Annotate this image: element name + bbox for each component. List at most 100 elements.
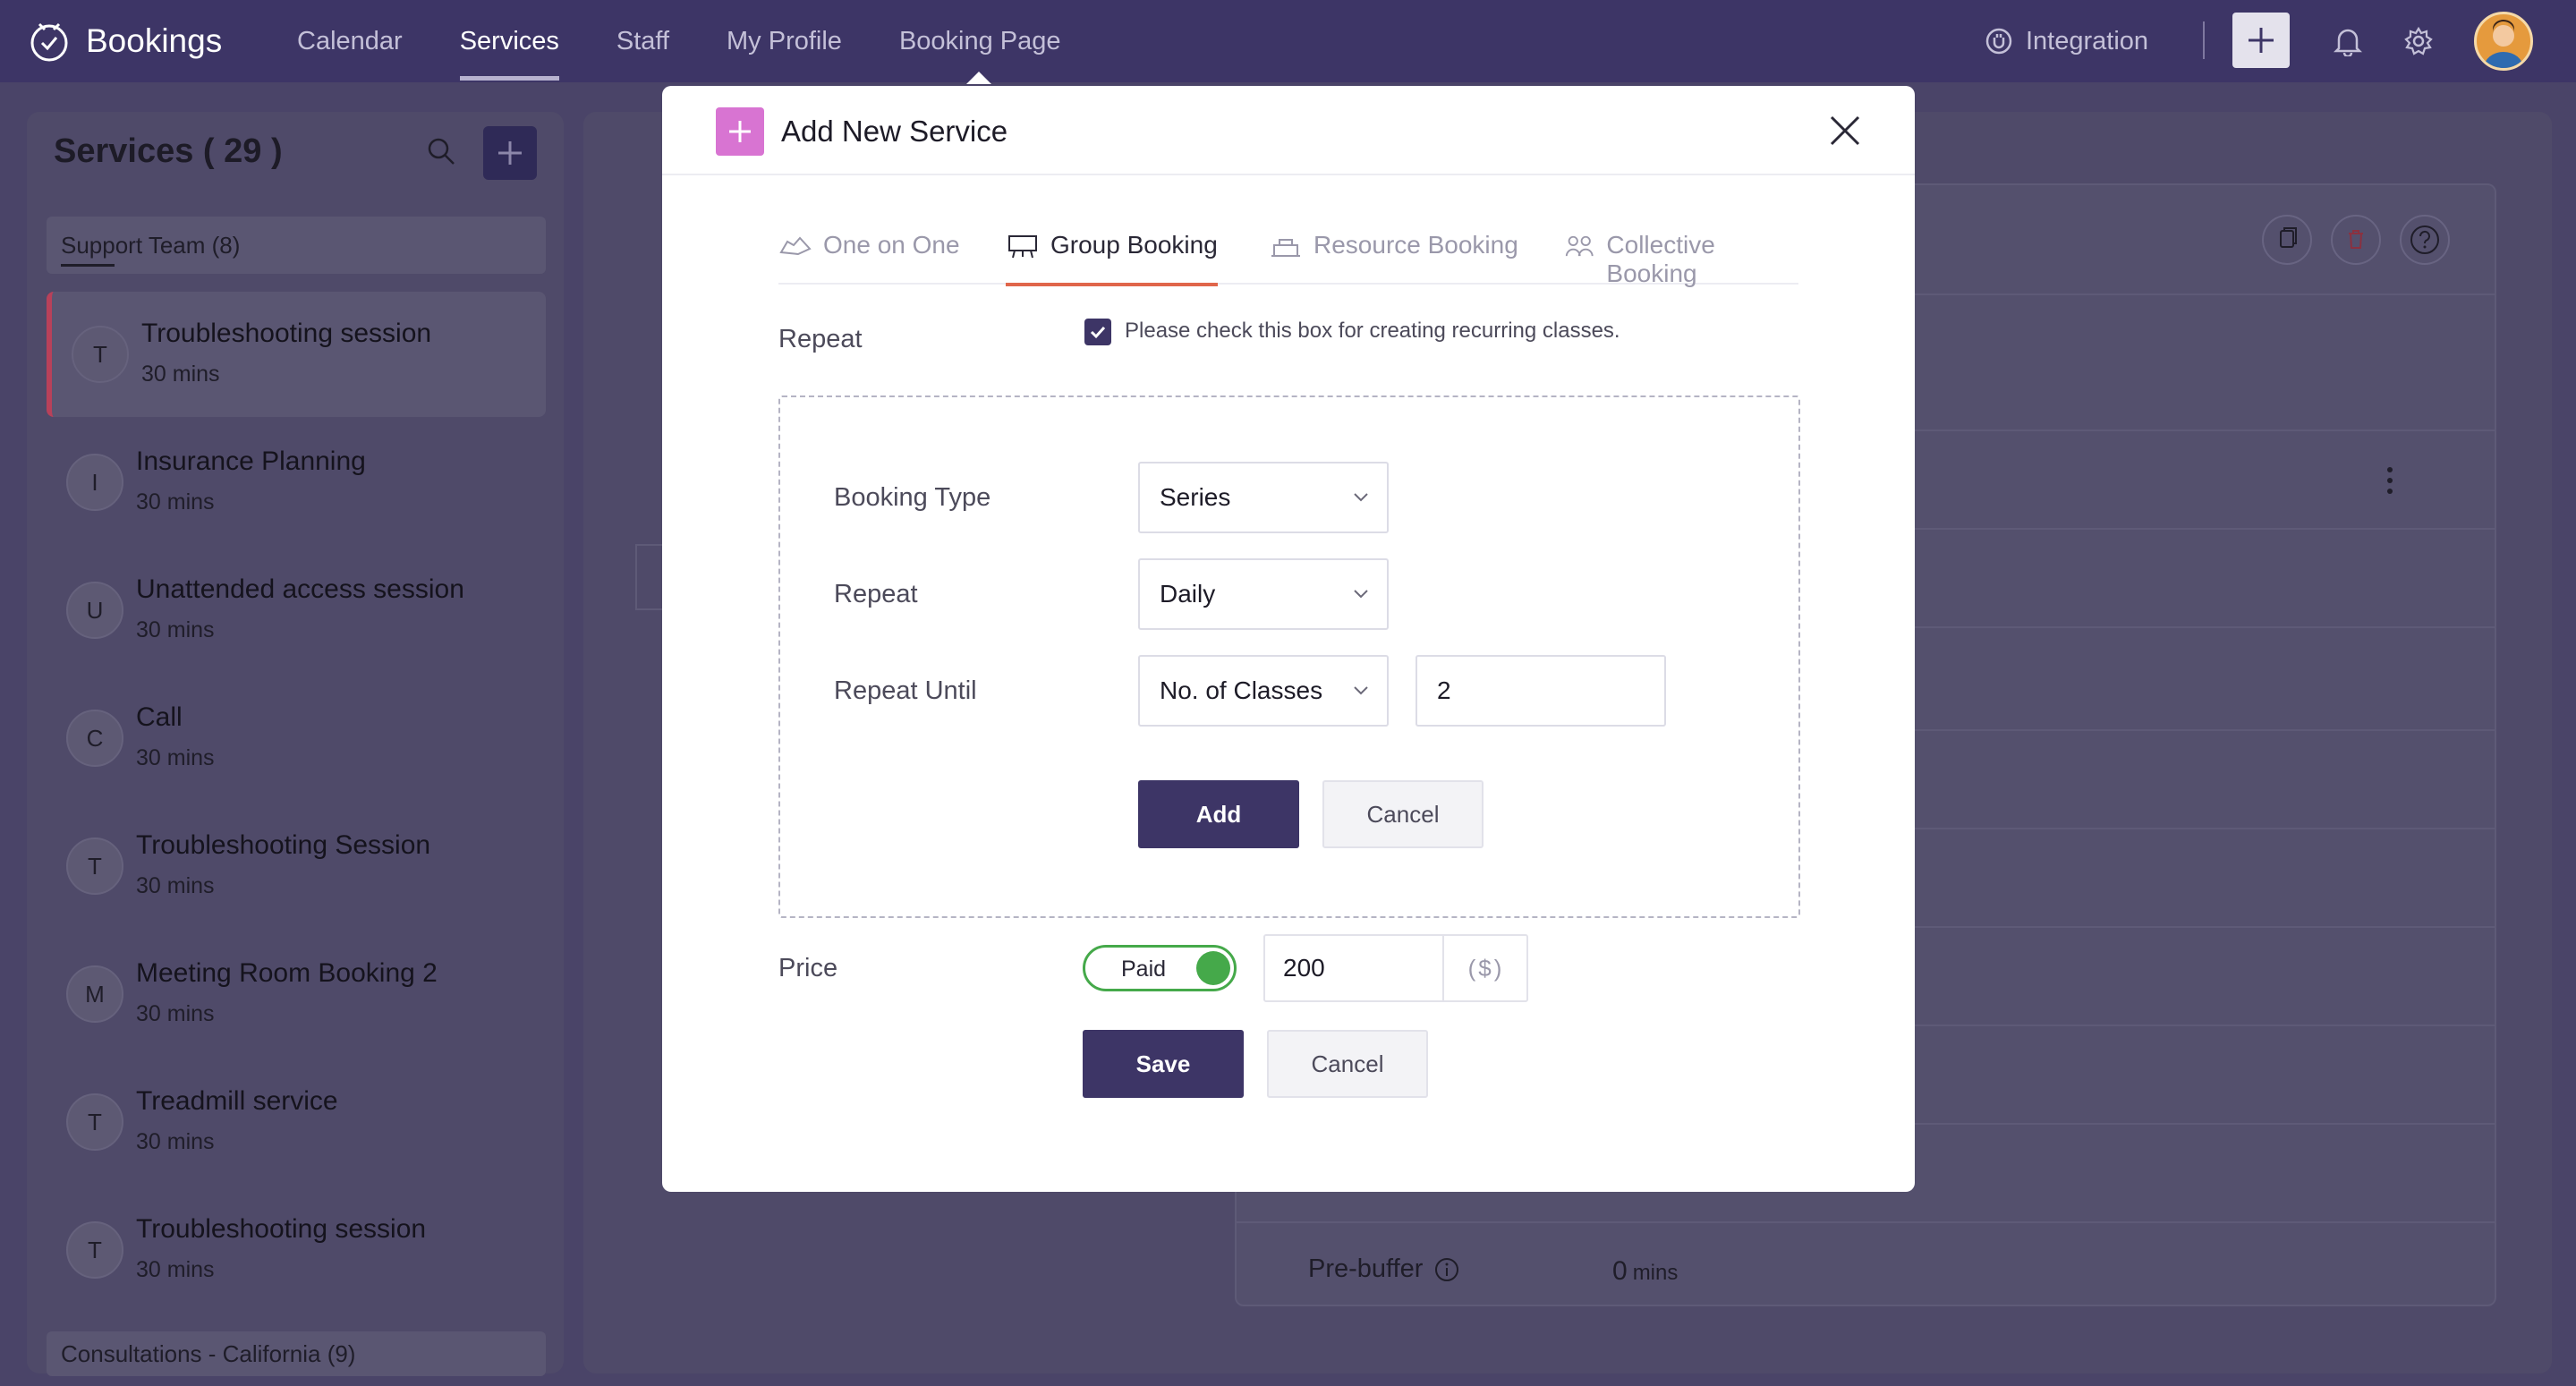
service-name: Troubleshooting session	[136, 1214, 427, 1244]
repeat-until-select[interactable]: No. of Classes	[1138, 655, 1389, 727]
recurrence-panel: Booking Type Series Repeat Daily Repeat …	[778, 395, 1800, 918]
service-duration: 30 mins	[136, 1001, 215, 1026]
copy-icon	[2280, 227, 2297, 248]
service-item[interactable]: T Troubleshooting Session 30 mins	[47, 804, 546, 929]
info-icon[interactable]	[1433, 1256, 1460, 1283]
chevron-down-icon	[1354, 493, 1368, 502]
cancel-button[interactable]: Cancel	[1267, 1030, 1428, 1098]
nav-services[interactable]: Services	[431, 0, 588, 82]
bell-icon	[2334, 29, 2362, 56]
checkmark-icon	[1090, 326, 1106, 339]
add-recurrence-button[interactable]: Add	[1138, 780, 1299, 848]
add-service-modal: Add New Service One on One Group Booking…	[662, 86, 1915, 1192]
tab-resource-booking[interactable]: Resource Booking	[1269, 222, 1518, 285]
plus-icon	[729, 121, 751, 142]
classes-count-input[interactable]: 2	[1416, 655, 1666, 727]
repeat-frequency-label: Repeat	[834, 580, 918, 608]
service-initial-avatar: C	[66, 710, 123, 767]
service-name: Insurance Planning	[136, 446, 366, 476]
prebuffer-number: 0	[1612, 1256, 1628, 1286]
quick-add-button[interactable]	[2232, 13, 2290, 68]
cancel-recurrence-button[interactable]: Cancel	[1322, 780, 1484, 848]
service-item[interactable]: T Troubleshooting session 30 mins	[47, 292, 546, 417]
delete-button[interactable]	[2331, 215, 2381, 265]
service-duration: 30 mins	[136, 745, 215, 770]
service-item[interactable]: U Unattended access session 30 mins	[47, 548, 546, 673]
more-options-button[interactable]	[2387, 467, 2394, 496]
select-value: No. of Classes	[1160, 676, 1323, 704]
help-button[interactable]	[2400, 215, 2450, 265]
close-icon[interactable]	[1827, 113, 1863, 149]
nav-calendar[interactable]: Calendar	[268, 0, 431, 82]
integration-icon	[1985, 28, 2012, 55]
toggle-label: Paid	[1121, 957, 1167, 982]
price-input-group: 200 ($)	[1263, 934, 1528, 1002]
price-input[interactable]: 200	[1283, 954, 1325, 982]
group-support-team[interactable]: Support Team (8)	[47, 217, 546, 274]
repeat-checkbox[interactable]	[1084, 319, 1111, 345]
prebuffer-value: 0 mins	[1612, 1256, 1678, 1287]
tab-label: Group Booking	[1050, 231, 1218, 259]
service-name: Treadmill service	[136, 1086, 338, 1116]
notifications-button[interactable]	[2330, 23, 2366, 59]
service-item[interactable]: T Troubleshooting session 30 mins	[47, 1187, 546, 1313]
price-label: Price	[778, 954, 838, 982]
nav-booking-page[interactable]: Booking Page	[871, 0, 1090, 82]
search-icon	[428, 138, 455, 165]
modal-plus-icon	[716, 107, 764, 156]
tab-label: Resource Booking	[1314, 231, 1518, 259]
group-booking-icon	[1008, 235, 1037, 259]
question-icon	[2410, 225, 2439, 254]
tab-group-booking[interactable]: Group Booking	[1006, 222, 1218, 286]
group-label: Support Team (8)	[61, 231, 241, 259]
trash-icon	[2349, 230, 2363, 249]
integration-link[interactable]: Integration	[1985, 20, 2148, 63]
service-name: Unattended access session	[136, 574, 464, 604]
app-name: Bookings	[86, 22, 223, 59]
prebuffer-label: Pre-buffer	[1308, 1254, 1460, 1284]
settings-button[interactable]	[2401, 23, 2436, 59]
service-duration: 30 mins	[136, 873, 215, 898]
copy-button[interactable]	[2262, 215, 2312, 265]
tab-one-on-one[interactable]: One on One	[778, 222, 960, 285]
nav-pointer-caret	[966, 72, 991, 84]
kebab-dot	[2387, 467, 2393, 472]
detail-edge-element	[635, 544, 662, 610]
tab-label: Collective Booking	[1606, 231, 1715, 287]
service-name: Meeting Room Booking 2	[136, 958, 438, 988]
bookings-logo-icon	[30, 22, 68, 62]
search-services-button[interactable]	[426, 136, 456, 171]
service-initial-avatar: U	[66, 582, 123, 639]
nav-staff[interactable]: Staff	[588, 0, 698, 82]
service-duration: 30 mins	[136, 1129, 215, 1154]
tab-label: One on One	[823, 231, 960, 259]
service-initial-avatar: T	[72, 326, 129, 383]
tab-collective-booking[interactable]: Collective Booking	[1564, 222, 1798, 287]
booking-type-tabs: One on One Group Booking Resource Bookin…	[778, 222, 1798, 287]
service-item[interactable]: C Call 30 mins	[47, 676, 546, 801]
modal-title: Add New Service	[781, 115, 1008, 148]
select-value: Series	[1160, 483, 1231, 511]
group-consultations-california[interactable]: Consultations - California (9)	[47, 1331, 546, 1376]
brand[interactable]: Bookings	[27, 16, 222, 66]
add-service-button[interactable]	[483, 126, 537, 180]
paid-toggle[interactable]: Paid	[1083, 945, 1237, 991]
service-item[interactable]: M Meeting Room Booking 2 30 mins	[47, 931, 546, 1057]
save-button[interactable]: Save	[1083, 1030, 1244, 1098]
modal-header: Add New Service	[662, 86, 1915, 175]
service-item[interactable]: I Insurance Planning 30 mins	[47, 420, 546, 545]
nav-my-profile[interactable]: My Profile	[698, 0, 871, 82]
prebuffer-text: Pre-buffer	[1308, 1254, 1424, 1283]
services-title: Services ( 29 )	[54, 132, 283, 170]
currency-addon: ($)	[1442, 936, 1528, 1000]
repeat-frequency-select[interactable]: Daily	[1138, 558, 1389, 630]
chevron-down-icon	[1354, 686, 1368, 695]
chevron-down-icon	[1354, 590, 1368, 599]
service-duration: 30 mins	[136, 489, 215, 514]
repeat-checkbox-text: Please check this box for creating recur…	[1125, 319, 1620, 343]
user-avatar-image	[2484, 20, 2523, 68]
booking-type-select[interactable]: Series	[1138, 462, 1389, 533]
user-avatar[interactable]	[2474, 12, 2533, 71]
service-item[interactable]: T Treadmill service 30 mins	[47, 1059, 546, 1185]
group-label: Consultations - California (9)	[61, 1339, 356, 1367]
